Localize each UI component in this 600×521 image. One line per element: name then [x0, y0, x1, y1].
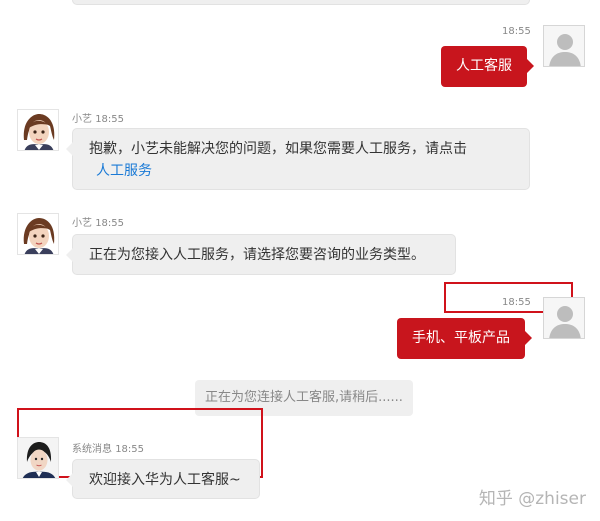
bot-message-bubble: 抱歉，小艺未能解决您的问题，如果您需要人工服务，请点击 人工服务: [66, 128, 530, 190]
agent-portrait-icon: [18, 438, 58, 478]
sender-name: 小艺: [72, 114, 92, 125]
assistant-face-icon: [18, 214, 58, 254]
user-avatar: [543, 297, 585, 339]
agent-message-bubble: 欢迎接入华为人工客服~: [66, 459, 260, 499]
bot-message-bubble: 正在为您接入人工服务，请选择您要咨询的业务类型。: [66, 234, 456, 275]
message-text: 抱歉，小艺未能解决您的问题，如果您需要人工服务，请点击: [89, 141, 467, 157]
zhihu-watermark: 知乎 @zhiser: [478, 489, 586, 509]
xiaoyi-avatar: [17, 109, 59, 151]
message-meta: 小艺 18:55: [72, 214, 124, 229]
user-silhouette-icon: [549, 306, 581, 338]
message-meta: 系统消息 18:55: [72, 440, 144, 455]
assistant-face-icon: [18, 110, 58, 150]
user-silhouette-icon: [549, 34, 581, 66]
message-time: 18:55: [95, 114, 125, 125]
user-avatar: [543, 25, 585, 67]
message-time: 18:55: [95, 218, 125, 229]
message-meta: 小艺 18:55: [72, 110, 124, 125]
message-time: 18:55: [115, 444, 145, 455]
message-text: 正在为您接入人工服务，请选择您要咨询的业务类型。: [89, 247, 425, 263]
agent-avatar: [17, 437, 59, 479]
user-message-bubble[interactable]: 手机、平板产品: [397, 318, 532, 359]
message-time: 18:55: [502, 26, 531, 37]
user-message-bubble[interactable]: 人工客服: [441, 46, 534, 87]
sender-name: 小艺: [72, 218, 92, 229]
sender-name: 系统消息: [72, 444, 112, 455]
human-service-link[interactable]: 人工服务: [96, 163, 152, 179]
previous-message-bubble: [72, 0, 530, 5]
message-text: 欢迎接入华为人工客服~: [89, 472, 241, 488]
xiaoyi-avatar: [17, 213, 59, 255]
